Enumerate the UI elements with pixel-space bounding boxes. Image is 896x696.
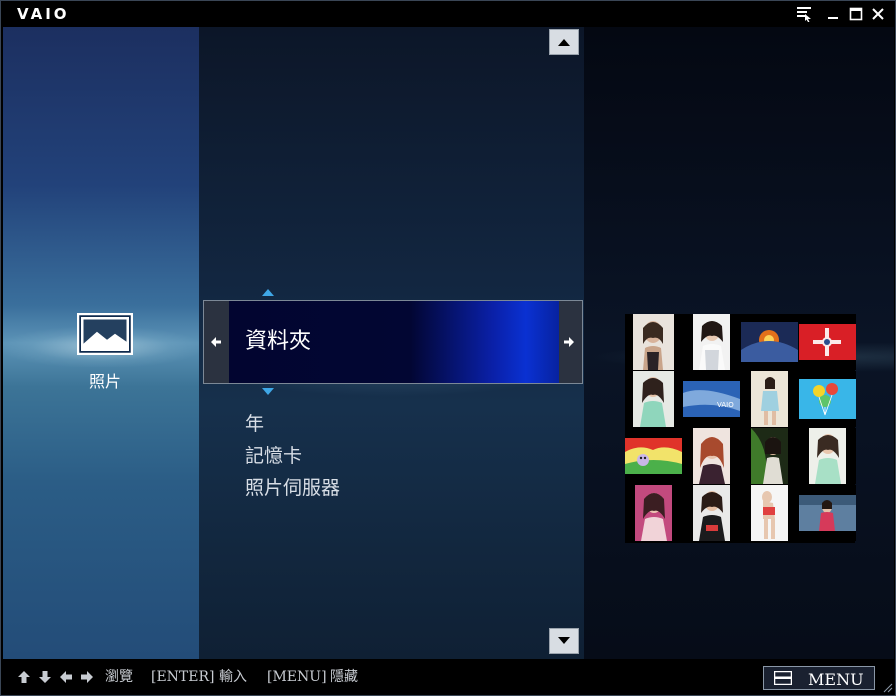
thumbnail — [741, 485, 798, 541]
hint-menu-key: [MENU] — [267, 669, 327, 685]
menu-button-label: MENU — [808, 670, 864, 689]
resize-grip-icon[interactable] — [881, 681, 893, 693]
thumbnail — [625, 485, 682, 541]
maximize-button[interactable] — [847, 5, 865, 23]
thumbnail: VAIO — [683, 371, 740, 427]
thumbnail — [799, 485, 856, 541]
thumbnail — [683, 428, 740, 484]
thumbnail — [799, 371, 856, 427]
arrow-right-icon — [564, 337, 574, 347]
close-button[interactable] — [869, 5, 887, 23]
thumbnail — [741, 371, 798, 427]
maximize-icon — [849, 7, 863, 21]
menu-down-arrow-icon[interactable] — [261, 387, 275, 397]
display-mode-button[interactable] — [795, 5, 813, 23]
thumbnail — [799, 314, 856, 370]
menu-button[interactable]: MENU — [763, 666, 875, 690]
hint-menu-label: 隱藏 — [330, 669, 358, 685]
arrow-right-icon — [81, 671, 93, 683]
hint-enter-key: [ENTER] — [151, 669, 215, 685]
menu-item-photo-server[interactable]: 照片伺服器 — [245, 472, 340, 504]
title-bar: VAIO — [1, 1, 895, 27]
triangle-down-icon — [558, 637, 570, 644]
hint-browse: 瀏覽 — [105, 669, 133, 685]
thumbnail — [741, 428, 798, 484]
close-icon — [872, 8, 884, 20]
thumbnail — [625, 314, 682, 370]
menu-icon — [774, 671, 792, 685]
scroll-up-button[interactable] — [549, 29, 579, 55]
minimize-icon — [828, 17, 838, 19]
minimize-button[interactable] — [824, 5, 842, 23]
vaio-window: VAIO 照片 資料夾 年 記憶卡 照片伺服器 VAIO 瀏覽 [ENTER] … — [0, 0, 896, 696]
menu-item-year[interactable]: 年 — [245, 408, 340, 440]
menu-list: 年 記憶卡 照片伺服器 — [245, 408, 340, 504]
scroll-down-button[interactable] — [549, 628, 579, 654]
thumbnail — [683, 485, 740, 541]
menu-up-arrow-icon[interactable] — [261, 287, 275, 297]
hint-enter-label: 輸入 — [219, 669, 247, 685]
arrow-left-icon — [211, 337, 221, 347]
thumbnail — [625, 428, 682, 484]
photo-icon[interactable] — [77, 313, 133, 355]
thumbnail — [799, 428, 856, 484]
display-mode-icon — [797, 7, 811, 22]
menu-selected-label: 資料夾 — [245, 329, 312, 354]
menu-selection-bar[interactable]: 資料夾 — [203, 300, 583, 384]
thumbnail — [741, 314, 798, 370]
thumbnail — [683, 314, 740, 370]
menu-selected-item[interactable]: 資料夾 — [229, 301, 559, 383]
vaio-logo: VAIO — [17, 5, 70, 23]
arrow-down-icon — [39, 671, 51, 683]
thumbnail-grid: VAIO — [625, 314, 856, 543]
arrow-up-icon — [18, 671, 30, 683]
thumbnail — [625, 371, 682, 427]
menu-right-button[interactable] — [562, 334, 576, 350]
arrow-left-icon — [60, 671, 72, 683]
status-bar: 瀏覽 [ENTER] 輸入 [MENU] 隱藏 MENU — [1, 659, 895, 695]
svg-text:VAIO: VAIO — [717, 401, 734, 409]
triangle-up-icon — [558, 39, 570, 46]
menu-item-memory-card[interactable]: 記憶卡 — [245, 440, 340, 472]
category-label: 照片 — [88, 372, 121, 391]
menu-left-button[interactable] — [209, 334, 223, 350]
